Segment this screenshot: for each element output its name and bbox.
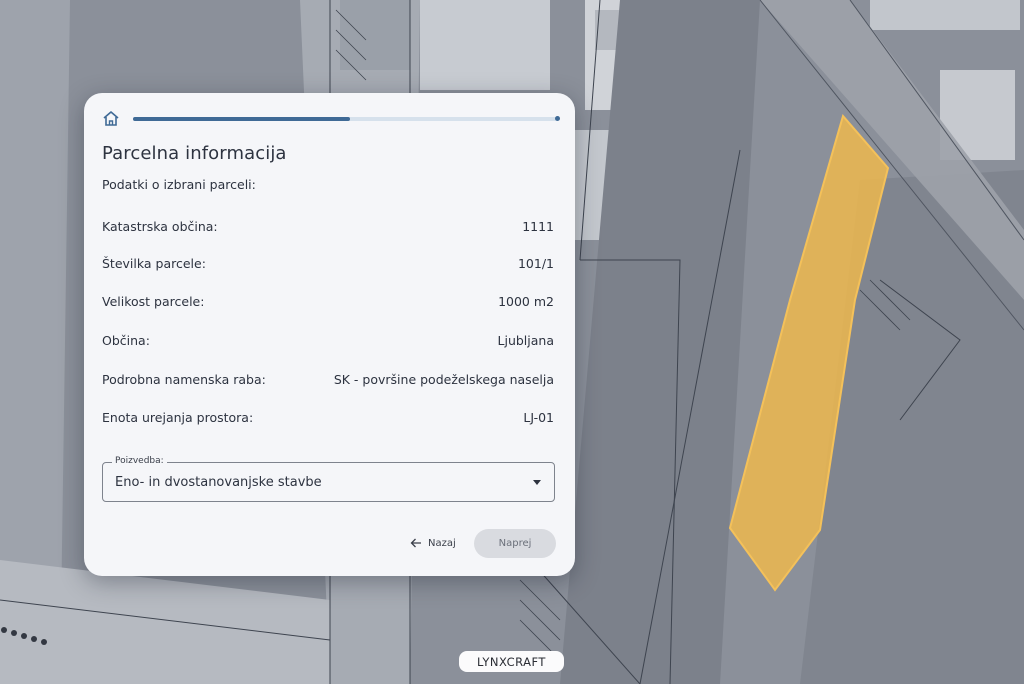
info-row-parcel-number: Številka parcele: 101/1 [102,254,554,272]
back-button-label: Nazaj [428,537,456,549]
info-row-land-use: Podrobna namenska raba: SK - površine po… [102,370,554,388]
row-label: Podrobna namenska raba: [102,371,266,387]
parcel-info-panel: Parcelna informacija Podatki o izbrani p… [84,93,575,576]
row-value: 101/1 [517,255,554,271]
info-row-municipality: Občina: Ljubljana [102,331,554,349]
row-label: Velikost parcele: [102,293,205,309]
home-button[interactable] [101,109,121,129]
next-button[interactable]: Naprej [474,529,556,558]
query-select[interactable]: Poizvedba: Eno- in dvostanovanjske stavb… [102,456,555,502]
dropdown-arrow-icon [533,480,541,485]
info-row-cadastral: Katastrska občina: 1111 [102,217,554,235]
info-row-parcel-size: Velikost parcele: 1000 m2 [102,292,554,310]
query-select-label: Poizvedba: [112,456,167,466]
query-select-value: Eno- in dvostanovanjske stavbe [115,475,322,490]
row-value: SK - površine podeželskega naselja [333,371,554,387]
row-value: 1000 m2 [498,293,554,309]
panel-subtitle: Podatki o izbrani parceli: [102,177,256,192]
home-icon [103,111,119,126]
row-label: Enota urejanja prostora: [102,409,254,425]
brand-badge: LYNXCRAFT [459,651,564,672]
progress-bar [133,116,560,121]
row-label: Občina: [102,332,150,348]
row-label: Katastrska občina: [102,218,218,234]
back-button[interactable]: Nazaj [410,533,456,553]
row-label: Številka parcele: [102,255,206,271]
brand-name: LYNXCRAFT [477,654,546,669]
next-button-label: Naprej [498,538,532,549]
row-value: 1111 [522,218,554,234]
panel-title: Parcelna informacija [102,143,287,164]
progress-fill [133,117,350,121]
arrow-left-icon [410,538,421,548]
info-row-planning-unit: Enota urejanja prostora: LJ-01 [102,408,554,426]
row-value: LJ-01 [523,409,554,425]
progress-end-dot [555,116,560,121]
row-value: Ljubljana [497,332,554,348]
